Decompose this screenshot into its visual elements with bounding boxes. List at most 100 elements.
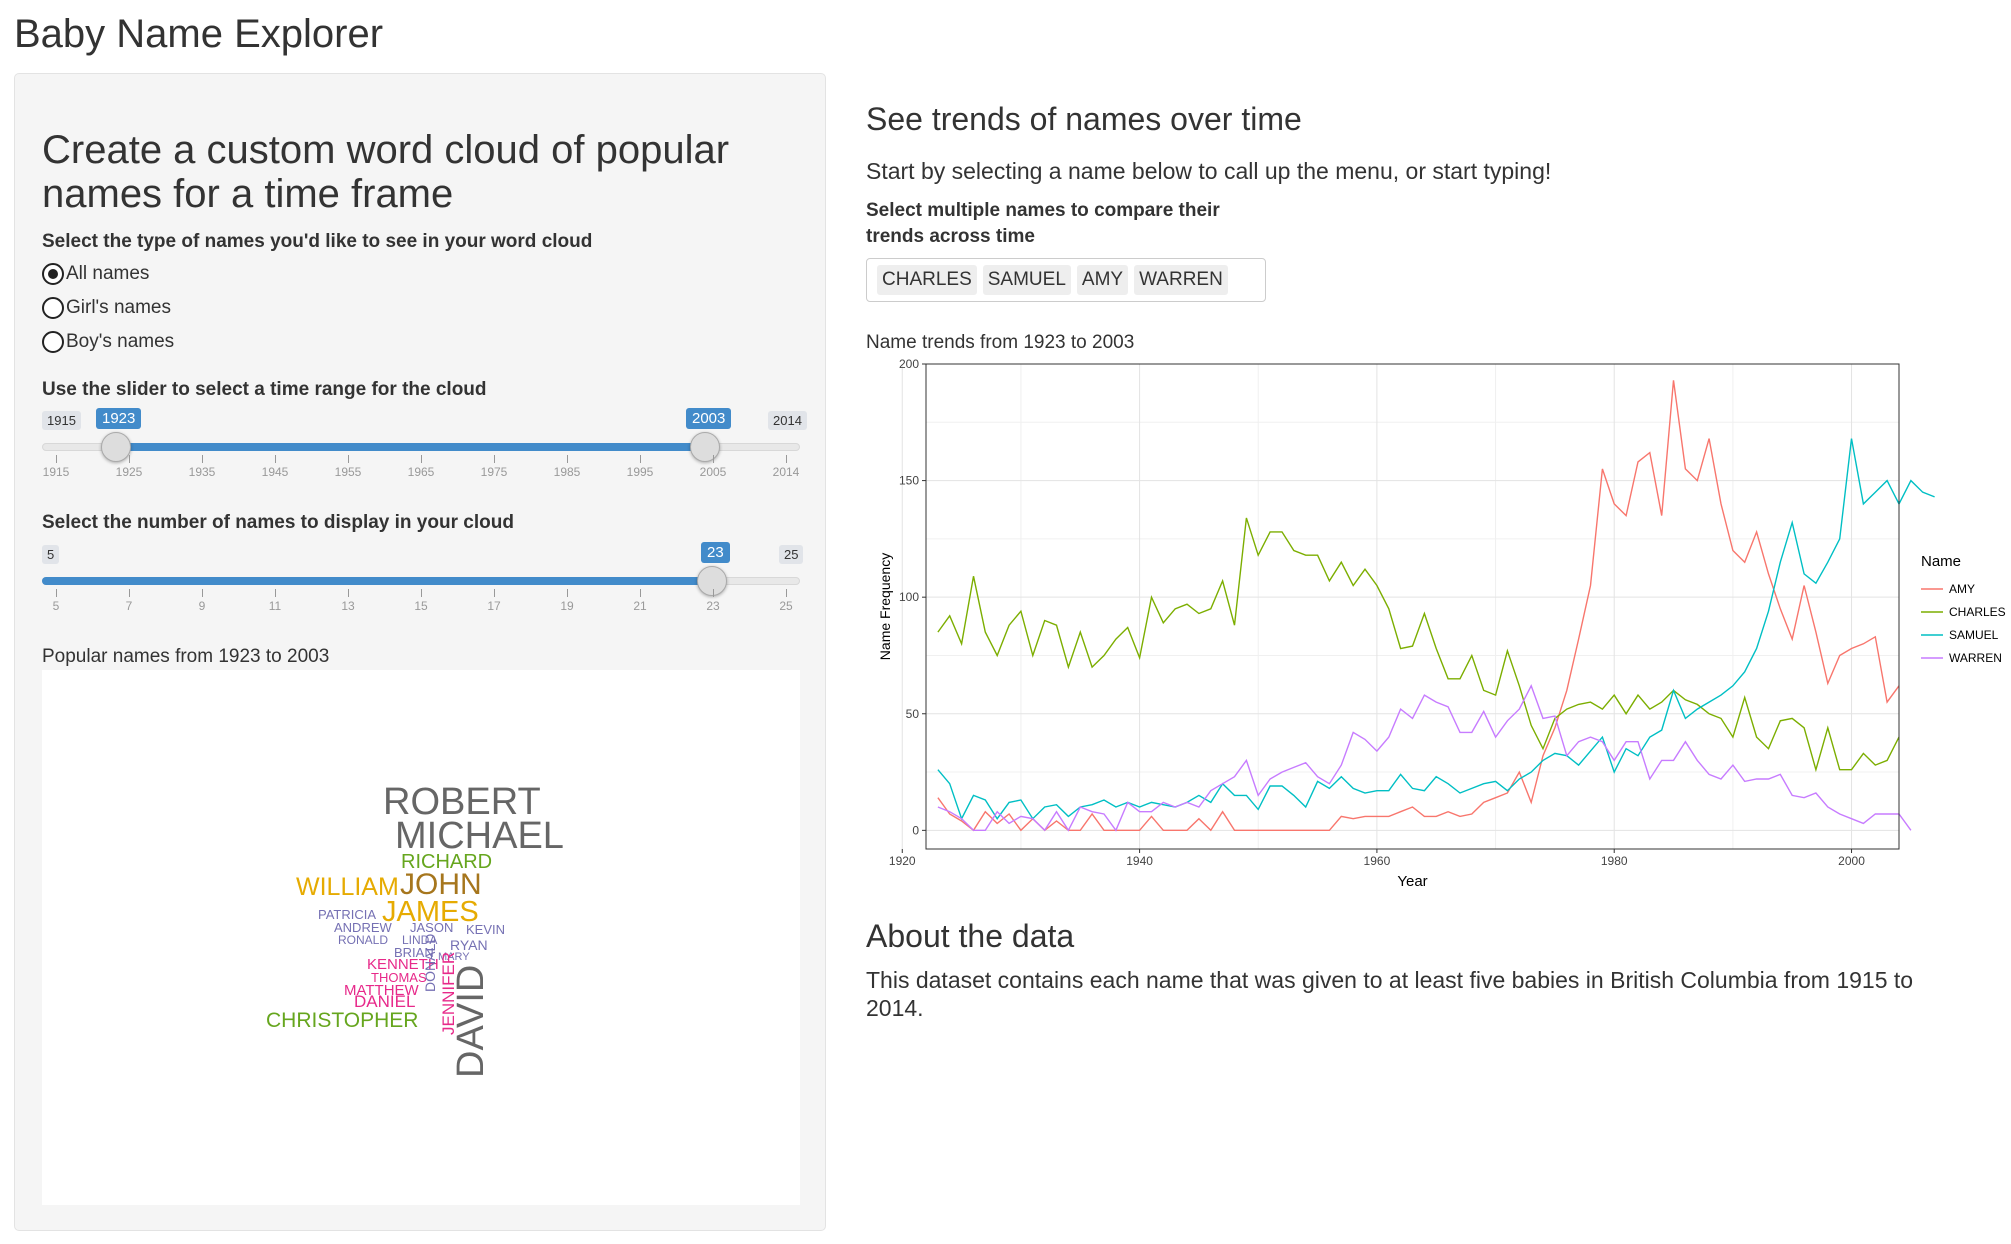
slider-tick (494, 589, 495, 597)
count-slider-handle[interactable] (697, 566, 727, 596)
slider-tick-label: 19 (560, 599, 574, 613)
year-slider-range-fill (116, 443, 706, 451)
selected-name-chip[interactable]: AMY (1076, 265, 1129, 295)
y-tick-label: 50 (906, 707, 920, 721)
name-type-label: Select the type of names you'd like to s… (42, 231, 593, 252)
y-tick-label: 0 (912, 823, 919, 837)
count-slider-label: Select the number of names to display in… (42, 512, 514, 533)
y-axis-title: Name Frequency (877, 553, 893, 660)
slider-tick (421, 589, 422, 597)
cloud-word: DANIEL (354, 992, 416, 1011)
slider-tick (56, 455, 57, 463)
year-slider-to-handle[interactable] (690, 432, 720, 462)
slider-tick (202, 455, 203, 463)
name-multiselect[interactable]: CHARLES SAMUEL AMY WARREN (866, 258, 1266, 302)
x-tick-label: 1920 (889, 854, 916, 868)
slider-tick-label: 1945 (261, 465, 289, 479)
cloud-word: MICHAEL (395, 815, 564, 857)
radio-boys-names[interactable]: Boy's names (42, 331, 174, 353)
slider-tick (348, 589, 349, 597)
slider-tick (640, 455, 641, 463)
cloud-word: RYAN (450, 937, 488, 953)
legend-label: WARREN (1949, 651, 2002, 665)
radio-button-selected[interactable] (42, 263, 64, 285)
x-tick-label: 1940 (1126, 854, 1153, 868)
radio-label: Boy's names (66, 331, 175, 352)
slider-tick-label: 17 (487, 599, 501, 613)
radio-all-names[interactable]: All names (42, 263, 149, 285)
selected-name-chip[interactable]: SAMUEL (982, 265, 1071, 295)
slider-tick (567, 455, 568, 463)
word-cloud-heading: Create a custom word cloud of popular na… (42, 128, 730, 216)
word-cloud-caption: Popular names from 1923 to 2003 (42, 646, 330, 667)
slider-tick-label: 1955 (334, 465, 362, 479)
count-slider-max-badge: 25 (779, 545, 804, 564)
year-slider-max-badge: 2014 (768, 411, 807, 430)
slider-tick (275, 455, 276, 463)
y-tick-label: 200 (899, 357, 919, 371)
year-slider-min-badge: 1915 (42, 411, 81, 430)
slider-tick-label: 1935 (188, 465, 216, 479)
legend-title: Name (1921, 553, 1961, 570)
slider-tick-label: 15 (414, 599, 428, 613)
about-text: This dataset contains each name that was… (866, 967, 1914, 1021)
radio-girls-names[interactable]: Girl's names (42, 297, 171, 319)
count-slider-min-badge: 5 (42, 545, 60, 564)
slider-tick (129, 589, 130, 597)
year-slider-to-badge: 2003 (686, 408, 732, 429)
x-axis-title: Year (1397, 873, 1427, 890)
x-tick-label: 1980 (1601, 854, 1628, 868)
slider-tick (56, 589, 57, 597)
slider-tick (786, 589, 787, 597)
slider-tick-label: 23 (706, 599, 720, 613)
selected-name-chip[interactable]: CHARLES (877, 265, 977, 295)
slider-tick-label: 25 (779, 599, 793, 613)
y-tick-label: 150 (899, 474, 919, 488)
slider-tick-label: 1985 (553, 465, 581, 479)
slider-tick (640, 589, 641, 597)
slider-tick-label: 5 (52, 599, 60, 613)
slider-tick-label: 1995 (626, 465, 654, 479)
name-select-label: Select multiple names to compare their t… (866, 200, 1220, 247)
y-tick-label: 100 (899, 590, 919, 604)
app-title: Baby Name Explorer (14, 12, 384, 56)
slider-tick-label: 11 (268, 599, 282, 613)
year-slider-from-handle[interactable] (101, 432, 131, 462)
slider-tick (202, 589, 203, 597)
slider-tick (275, 589, 276, 597)
word-cloud: ROBERT MICHAEL RICHARD WILLIAM JOHN JAME… (42, 670, 800, 1205)
slider-tick-label: 21 (633, 599, 647, 613)
slider-tick (567, 589, 568, 597)
slider-tick (713, 589, 714, 597)
year-slider-label: Use the slider to select a time range fo… (42, 379, 487, 400)
cloud-word-vertical: DAVID (450, 964, 492, 1078)
radio-button[interactable] (42, 331, 64, 353)
x-tick-label: 1960 (1364, 854, 1391, 868)
year-slider-from-badge: 1923 (96, 408, 142, 429)
slider-tick (713, 455, 714, 463)
cloud-word-vertical: DONALD (422, 933, 438, 992)
radio-label: All names (66, 263, 150, 284)
name-trends-chart: 1920 1940 1960 1980 2000 0 50 100 150 200 Year Name… (877, 357, 2006, 890)
cloud-word: KEVIN (466, 922, 506, 937)
legend-label: CHARLES (1949, 605, 2006, 619)
chart-caption: Name trends from 1923 to 2003 (866, 332, 1135, 353)
slider-tick-label: 1965 (407, 465, 435, 479)
slider-tick-label: 1925 (115, 465, 143, 479)
slider-tick-label: 2005 (699, 465, 727, 479)
slider-tick-label: 2014 (772, 465, 800, 479)
trends-intro: Start by selecting a name below to call … (866, 158, 1552, 184)
slider-tick-label: 7 (125, 599, 133, 613)
legend-label: AMY (1949, 582, 1975, 596)
x-tick-label: 2000 (1838, 854, 1865, 868)
count-slider-value-badge: 23 (701, 542, 730, 563)
slider-tick-label: 13 (341, 599, 355, 613)
radio-button[interactable] (42, 297, 64, 319)
trends-heading: See trends of names over time (866, 101, 1302, 137)
cloud-word: RONALD (338, 933, 389, 947)
radio-label: Girl's names (66, 297, 171, 318)
about-heading: About the data (866, 918, 1075, 954)
selected-name-chip[interactable]: WARREN (1134, 265, 1228, 295)
slider-tick (129, 455, 130, 463)
slider-tick-label: 1915 (42, 465, 70, 479)
